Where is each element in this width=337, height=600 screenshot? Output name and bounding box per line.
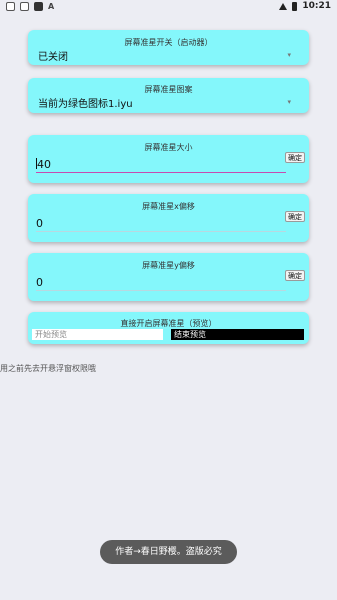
y-offset-card: 屏幕准星y偏移 0 确定 [28,253,309,301]
crosshair-size-confirm-button[interactable]: 确定 [285,152,305,163]
preview-card: 直接开启屏幕准星（预览） 开始预览 结束预览 [28,312,309,344]
x-offset-card: 屏幕准星x偏移 0 确定 [28,194,309,242]
toast-message: 作者→春日野樱。盗版必究 [100,540,237,564]
crosshair-toggle-card: 屏幕准星开关（启动器） 已关闭 ▾ [28,30,309,65]
notification-square-icon [6,2,15,11]
y-offset-input[interactable]: 0 [36,276,286,291]
notification-square-icon [20,2,29,11]
permission-note: 用之前先去开悬浮窗权限哦 [0,364,96,373]
x-offset-confirm-button[interactable]: 确定 [285,211,305,222]
preview-title: 直接开启屏幕准星（预览） [120,319,217,328]
end-preview-button[interactable]: 结束预览 [171,329,304,340]
crosshair-size-input[interactable]: 40 [36,158,286,173]
y-offset-title: 屏幕准星y偏移 [142,261,195,270]
status-bar: A 10:21 [0,0,337,14]
battery-icon [292,1,298,11]
crosshair-size-title: 屏幕准星大小 [144,143,193,152]
crosshair-icon-card: 屏幕准星图案 当前为绿色图标1.iyu ▾ [28,78,309,113]
crosshair-icon-spinner[interactable]: 当前为绿色图标1.iyu [38,95,133,110]
start-preview-button[interactable]: 开始预览 [32,329,163,340]
x-offset-title: 屏幕准星x偏移 [142,202,195,211]
chevron-down-icon[interactable]: ▾ [287,98,291,106]
crosshair-size-value: 40 [37,158,51,171]
notification-square-dark-icon [34,2,43,11]
clock: 10:21 [302,1,331,11]
y-offset-confirm-button[interactable]: 确定 [285,270,305,281]
crosshair-icon-title: 屏幕准星图案 [144,85,193,94]
crosshair-size-card: 屏幕准星大小 40 确定 [28,135,309,183]
x-offset-input[interactable]: 0 [36,217,286,232]
notification-icons: A [6,2,54,11]
crosshair-toggle-spinner[interactable]: 已关闭 [38,48,68,63]
signal-icon [279,2,288,10]
app-letter-icon: A [48,2,55,11]
system-icons: 10:21 [279,1,331,11]
crosshair-toggle-title: 屏幕准星开关（启动器） [124,38,213,47]
chevron-down-icon[interactable]: ▾ [287,51,291,59]
